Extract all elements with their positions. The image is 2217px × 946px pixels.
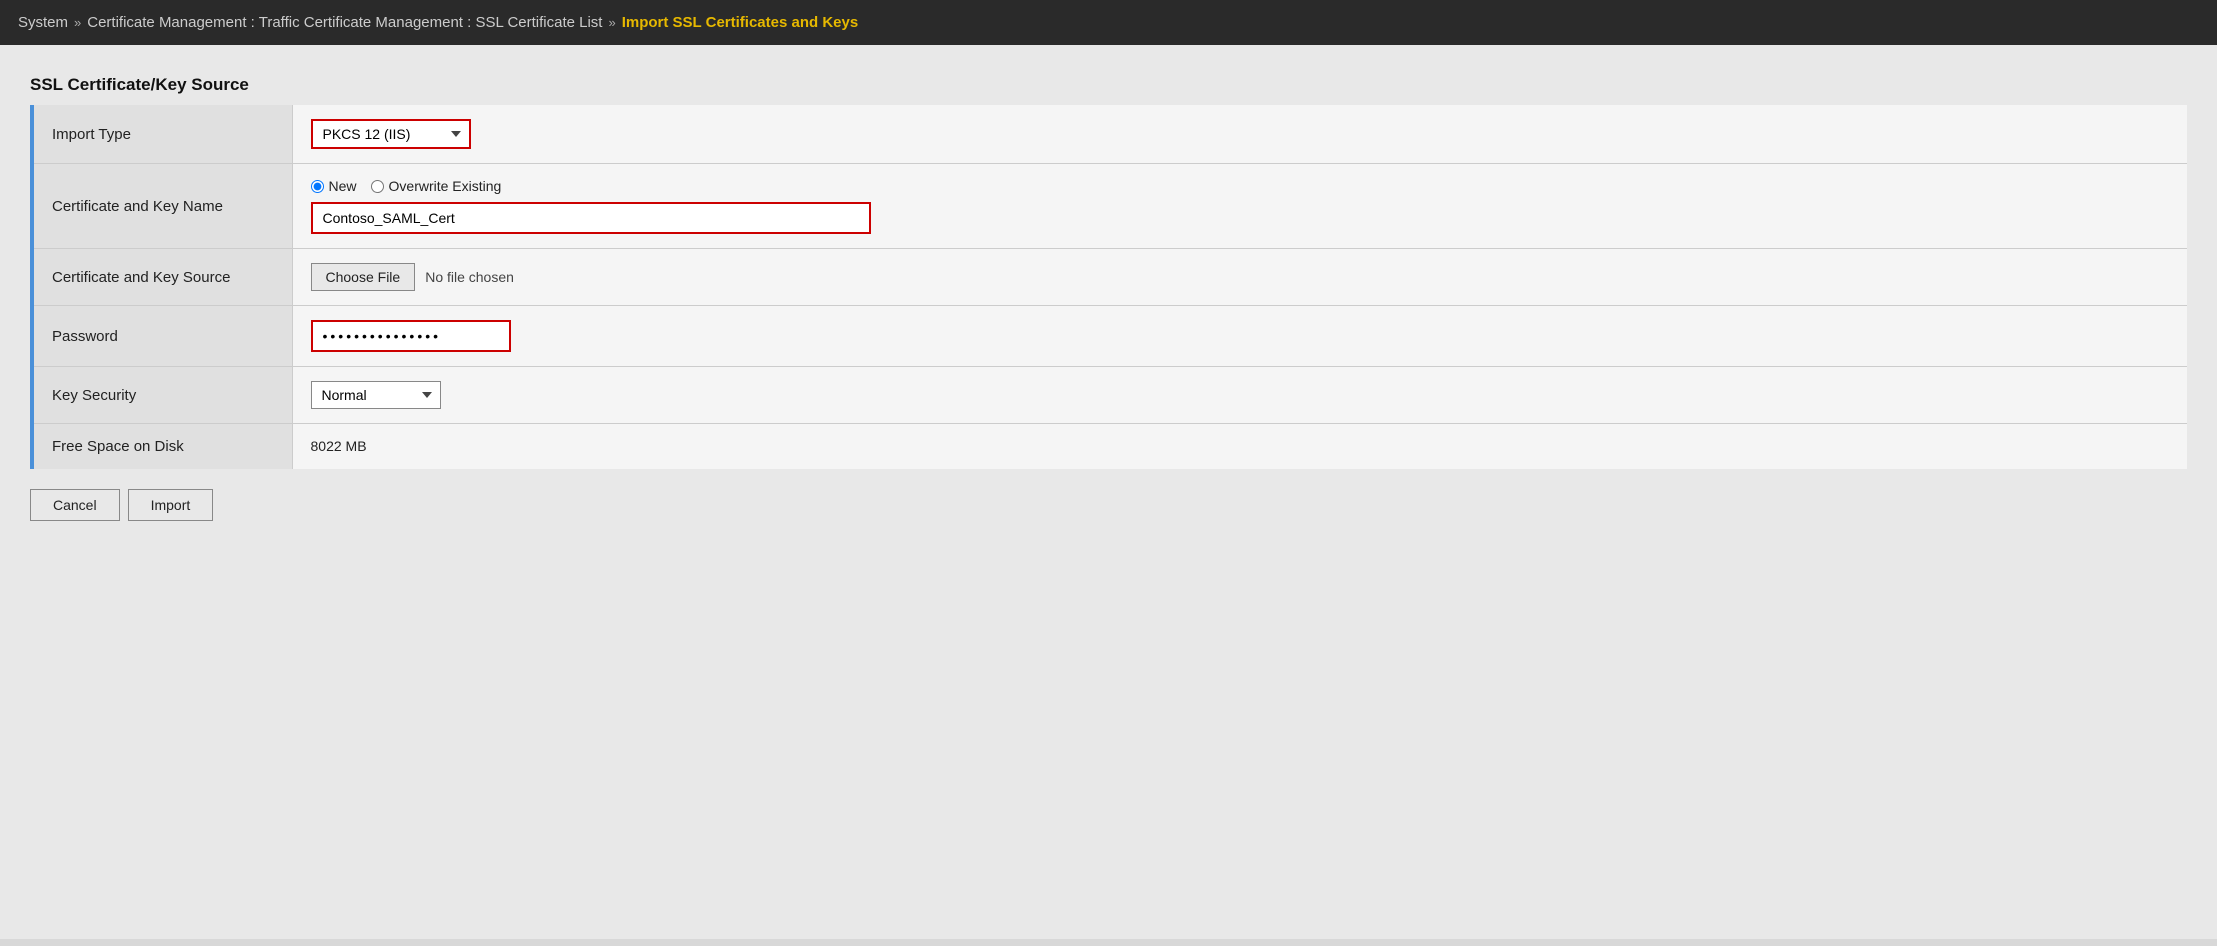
- password-label: Password: [32, 306, 292, 367]
- breadcrumb-sep1: »: [74, 15, 81, 30]
- button-bar: Cancel Import: [30, 489, 2187, 521]
- password-cell: [292, 306, 2187, 367]
- main-content: SSL Certificate/Key Source Import Type P…: [0, 45, 2217, 939]
- choose-file-button[interactable]: Choose File: [311, 263, 416, 291]
- radio-new-text: New: [329, 178, 357, 194]
- cancel-button[interactable]: Cancel: [30, 489, 120, 521]
- import-type-row: Import Type PKCS 12 (IIS) Regular PKCS 7: [32, 105, 2187, 164]
- key-security-select[interactable]: Normal High FIPS: [311, 381, 441, 409]
- key-security-label: Key Security: [32, 367, 292, 424]
- key-security-row: Key Security Normal High FIPS: [32, 367, 2187, 424]
- breadcrumb-system: System: [18, 14, 68, 31]
- cert-key-source-label: Certificate and Key Source: [32, 249, 292, 306]
- no-file-text: No file chosen: [425, 269, 514, 285]
- section-title: SSL Certificate/Key Source: [30, 75, 2187, 95]
- breadcrumb-current: Import SSL Certificates and Keys: [622, 14, 858, 31]
- cert-key-name-label: Certificate and Key Name: [32, 164, 292, 249]
- import-type-cell: PKCS 12 (IIS) Regular PKCS 7: [292, 105, 2187, 164]
- password-row: Password: [32, 306, 2187, 367]
- import-button[interactable]: Import: [128, 489, 214, 521]
- free-space-row: Free Space on Disk 8022 MB: [32, 424, 2187, 470]
- cert-key-source-row: Certificate and Key Source Choose File N…: [32, 249, 2187, 306]
- breadcrumb-sep2: »: [608, 15, 615, 30]
- file-input-wrapper: Choose File No file chosen: [311, 263, 2170, 291]
- breadcrumb-middle: Certificate Management : Traffic Certifi…: [87, 14, 602, 31]
- password-input[interactable]: [311, 320, 511, 352]
- free-space-label: Free Space on Disk: [32, 424, 292, 470]
- import-type-label: Import Type: [32, 105, 292, 164]
- import-type-select[interactable]: PKCS 12 (IIS) Regular PKCS 7: [311, 119, 471, 149]
- cert-key-name-cell: New Overwrite Existing: [292, 164, 2187, 249]
- radio-overwrite-label[interactable]: Overwrite Existing: [371, 178, 502, 194]
- cert-key-name-row: Certificate and Key Name New Overwrite E…: [32, 164, 2187, 249]
- radio-overwrite[interactable]: [371, 180, 384, 193]
- breadcrumb-bar: System » Certificate Management : Traffi…: [0, 0, 2217, 45]
- key-security-cell: Normal High FIPS: [292, 367, 2187, 424]
- radio-new-label[interactable]: New: [311, 178, 357, 194]
- free-space-value: 8022 MB: [311, 438, 367, 454]
- free-space-cell: 8022 MB: [292, 424, 2187, 470]
- cert-name-input[interactable]: [311, 202, 871, 234]
- radio-group: New Overwrite Existing: [311, 178, 2170, 194]
- ssl-form-table: Import Type PKCS 12 (IIS) Regular PKCS 7…: [30, 105, 2187, 469]
- cert-key-source-cell: Choose File No file chosen: [292, 249, 2187, 306]
- radio-overwrite-text: Overwrite Existing: [389, 178, 502, 194]
- radio-new[interactable]: [311, 180, 324, 193]
